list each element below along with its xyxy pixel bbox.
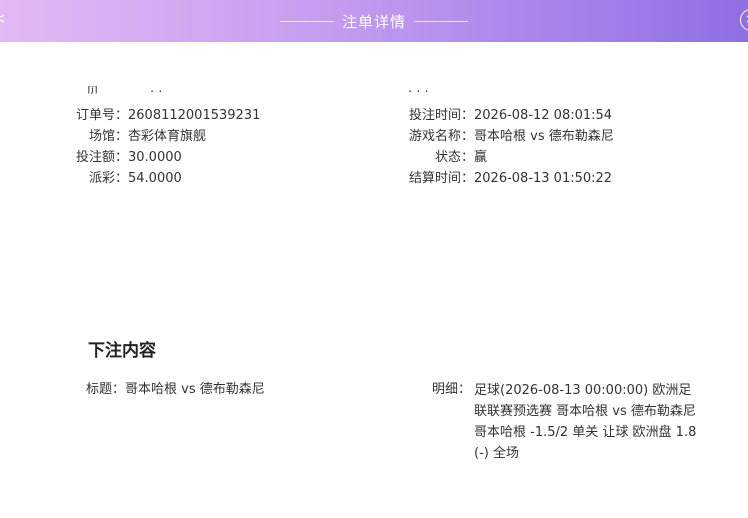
clipped-label-right: · · · xyxy=(408,86,429,94)
bet-amount-label: 投注额： xyxy=(75,150,128,165)
bet-time-value: 2026-08-12 08:01:54 xyxy=(474,108,613,123)
modal-title-bar: 注单详情 xyxy=(0,0,748,42)
bet-title-label: 标题： xyxy=(86,382,126,397)
venue-value: 杏彩体育旗舰 xyxy=(128,129,207,144)
bet-content-heading: 下注内容 xyxy=(88,341,156,361)
bet-detail-value: 足球(2026-08-13 00:00:00) 欧洲足联联赛预选赛 哥本哈根 v… xyxy=(474,383,697,461)
order-number-label: 订单号： xyxy=(75,108,128,123)
venue-label: 场馆： xyxy=(88,129,128,144)
status-label: 状态： xyxy=(434,150,474,165)
status-row: 状态：赢 xyxy=(402,147,614,168)
bet-title-row: 标题：哥本哈根 vs 德布勒森尼 xyxy=(86,380,265,400)
game-name-value: 哥本哈根 vs 德布勒森尼 xyxy=(474,129,614,144)
bet-time-label: 投注时间： xyxy=(408,108,474,123)
settle-time-label: 结算时间： xyxy=(408,171,474,186)
order-number-row: 订单号：2608112001539231 xyxy=(70,105,260,126)
title-right-divider xyxy=(414,20,468,22)
settle-time-value: 2026-08-13 01:50:22 xyxy=(474,171,613,186)
venue-row: 场馆：杏彩体育旗舰 xyxy=(70,126,260,147)
bet-amount-value: 30.0000 xyxy=(128,150,182,165)
payout-row: 派彩：54.0000 xyxy=(70,168,260,189)
game-name-row: 游戏名称：哥本哈根 vs 德布勒森尼 xyxy=(402,126,614,147)
modal-title: 注单详情 xyxy=(341,12,406,31)
order-number-value: 2608112001539231 xyxy=(128,108,261,123)
bet-title-value: 哥本哈根 vs 德布勒森尼 xyxy=(125,382,265,397)
clipped-dots-left: · · xyxy=(150,86,163,94)
clipped-label-left: 贝 xyxy=(86,86,100,94)
settle-time-row: 结算时间：2026-08-13 01:50:22 xyxy=(402,168,614,189)
payout-value: 54.0000 xyxy=(128,171,182,186)
bet-amount-row: 投注额：30.0000 xyxy=(70,147,260,168)
back-arrow-icon[interactable]: < xyxy=(0,9,8,29)
status-value: 赢 xyxy=(474,150,488,165)
bet-detail-label: 明细： xyxy=(432,382,472,397)
order-info-right: 投注时间：2026-08-12 08:01:54 游戏名称：哥本哈根 vs 德布… xyxy=(402,105,614,189)
order-info-left: 订单号：2608112001539231 场馆：杏彩体育旗舰 投注额：30.00… xyxy=(70,105,260,189)
title-left-divider xyxy=(279,20,334,22)
bet-time-row: 投注时间：2026-08-12 08:01:54 xyxy=(402,105,614,126)
payout-label: 派彩： xyxy=(88,171,128,186)
game-name-label: 游戏名称： xyxy=(408,129,474,144)
